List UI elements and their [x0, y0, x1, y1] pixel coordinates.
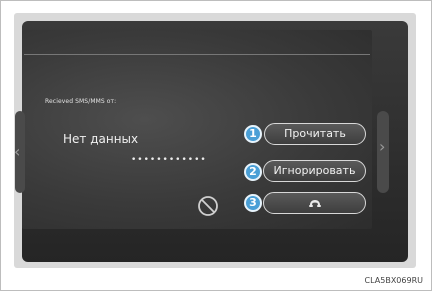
figure-code: CLA5BX069RU	[364, 276, 423, 285]
status-bar-divider	[24, 54, 370, 55]
right-edge-control[interactable]: ›	[377, 111, 389, 193]
no-data-text: Нет данных	[63, 132, 139, 146]
no-entry-icon	[198, 196, 218, 216]
chevron-right-icon: ›	[379, 137, 386, 156]
chevron-left-icon: ‹	[14, 142, 21, 161]
callout-3: 3	[244, 194, 262, 212]
figure-frame: ‹ › Recieved SMS/MMS от: Нет данных ••••…	[0, 0, 432, 291]
callout-2: 2	[244, 163, 262, 181]
phone-handset-icon	[309, 200, 321, 207]
masked-number: ••••••••••••	[131, 155, 207, 165]
callout-1: 1	[244, 125, 262, 143]
read-button[interactable]: Прочитать	[264, 123, 366, 145]
left-edge-control[interactable]: ‹	[14, 111, 25, 193]
call-button[interactable]	[263, 192, 366, 214]
message-sender-title: Recieved SMS/MMS от:	[45, 98, 117, 105]
ignore-button[interactable]: Игнорировать	[263, 160, 366, 182]
